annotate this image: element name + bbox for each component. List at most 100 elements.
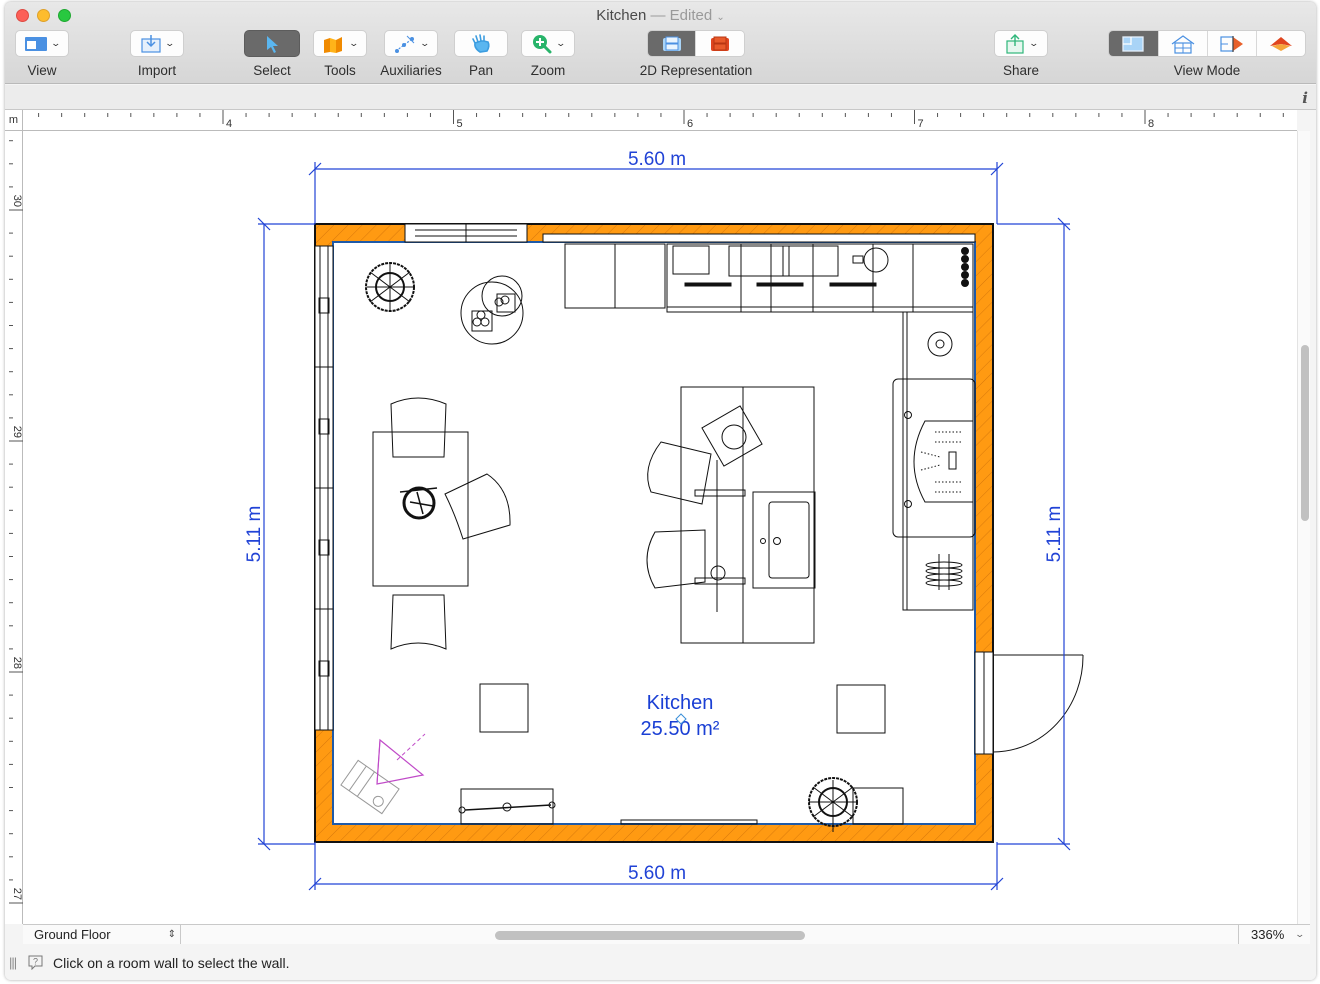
chevron-down-icon: ⌄ [1028,38,1040,48]
status-message: Click on a room wall to select the wall. [53,955,290,971]
horizontal-ruler: 4 5 6 7 8 [23,110,1297,131]
ruler-label: 29 [11,426,23,438]
vertical-ruler: 30 29 28 27 [5,131,23,924]
view-mode-label: View Mode [1173,63,1241,78]
app-window: Kitchen — Edited ⌄ ⌄ View ⌄ Import Selec… [5,2,1316,980]
view-button[interactable]: ⌄ [15,30,69,57]
chevron-down-icon: ⌄ [50,38,62,48]
representation-blueprint-option[interactable] [648,31,697,56]
title-bar: Kitchen — Edited ⌄ ⌄ View ⌄ Import Selec… [5,2,1316,84]
auxiliaries-icon [395,35,415,53]
ruler-label: 8 [1148,118,1154,130]
hand-icon [472,33,490,53]
ruler-label: 30 [11,195,23,207]
zoom-label: Zoom [530,63,566,78]
share-icon [1006,33,1024,54]
toolbar-view-mode: View Mode [1108,30,1306,78]
title-menu-chevron-icon[interactable]: ⌄ [716,12,724,23]
tools-label: Tools [324,63,356,78]
level-value: Ground Floor [34,927,111,942]
ruler-label: 6 [687,118,693,130]
document-status: — Edited [650,7,713,24]
view-mode-split[interactable] [1208,31,1257,56]
dimension-right-label: 5.11 m [1044,506,1065,563]
ruler-unit: m [5,110,23,131]
representation-colored-option[interactable] [696,31,744,56]
dimension-top-label: 5.60 m [628,149,686,170]
plan-canvas[interactable]: 5.60 m 5.60 m 5.11 m 5.11 m Kitchen 25.5… [23,131,1297,924]
select-button[interactable] [244,30,300,57]
toolbar-zoom[interactable]: ⌄ Zoom [520,30,576,78]
cursor-arrow-icon [267,35,278,53]
pan-button[interactable] [454,30,508,57]
toolbar-tools[interactable]: ⌄ Tools [312,30,368,78]
chair-blueprint-icon [662,36,681,51]
view-mode-elevation[interactable] [1158,31,1208,56]
toolbar-import[interactable]: ⌄ Import [129,30,185,78]
view-mode-segmented-control[interactable] [1108,30,1306,57]
zoom-level-select[interactable]: 336% ⌄ [1238,925,1310,944]
info-bar: i [5,85,1316,110]
ruler-label: 28 [11,657,23,669]
toolbar-auxiliaries[interactable]: ⌄ Auxiliaries [378,30,444,78]
zoom-in-icon [533,34,552,53]
share-label: Share [1002,63,1040,78]
svg-text:?: ? [33,957,38,967]
wall-tools-icon [324,36,343,53]
view-mode-floor-plan[interactable] [1109,31,1159,56]
2d-representation-label: 2D Representation [639,63,753,78]
window-top[interactable] [404,223,528,243]
ruler-label: 7 [918,118,924,130]
grip-handle-icon[interactable]: ||| [9,955,17,970]
toolbar-share[interactable]: ⌄ Share [993,30,1049,78]
help-bubble-icon[interactable]: ? [27,954,44,970]
house-outline-icon [1171,34,1195,54]
info-icon[interactable]: i [1302,89,1308,107]
toolbar-2d-representation: 2D Representation [631,30,761,78]
ruler-label: 4 [226,118,232,130]
toolbar-view[interactable]: ⌄ View [14,30,70,78]
window-left[interactable] [314,245,334,731]
door-right[interactable] [974,651,1084,755]
auxiliaries-label: Auxiliaries [380,63,442,78]
zoom-button[interactable]: ⌄ [521,30,575,57]
chevron-down-icon: ⌄ [1294,929,1306,939]
share-button[interactable]: ⌄ [994,30,1048,57]
pan-label: Pan [468,63,494,78]
view-label: View [27,63,57,78]
split-view-icon [1220,35,1243,52]
chevron-down-icon: ⌄ [348,38,360,48]
toolbar-pan[interactable]: Pan [454,30,508,78]
ruler-label: 27 [11,888,23,900]
room-name-label[interactable]: Kitchen [647,692,714,714]
import-icon [141,34,161,53]
auxiliaries-button[interactable]: ⌄ [384,30,438,57]
vertical-scrollbar[interactable] [1297,131,1310,924]
select-label: Select [253,63,291,78]
chevron-down-icon: ⌄ [419,38,431,48]
view-mode-3d[interactable] [1256,31,1305,56]
counter-backsplash [542,233,976,243]
house-3d-icon [1269,36,1292,51]
import-label: Import [137,63,177,78]
import-button[interactable]: ⌄ [130,30,184,57]
window-title[interactable]: Kitchen — Edited ⌄ [5,7,1316,24]
ruler-label: 5 [457,118,463,130]
document-name: Kitchen [596,7,647,24]
updown-chevron-icon: ⇕ [167,929,176,940]
tools-button[interactable]: ⌄ [313,30,367,57]
representation-segmented-control[interactable] [647,30,745,57]
chevron-down-icon: ⌄ [555,38,567,48]
vertical-scroll-thumb[interactable] [1301,345,1309,521]
level-select[interactable]: Ground Floor ⇕ [23,925,181,944]
chevron-down-icon: ⌄ [164,38,176,48]
zoom-level-value: 336% [1251,927,1285,942]
toolbar-select[interactable]: Select [244,30,300,78]
room-area-label[interactable]: 25.50 m² [641,718,720,740]
dimension-left-label: 5.11 m [244,506,265,563]
floor-plan-drawing[interactable]: 5.60 m 5.60 m 5.11 m 5.11 m Kitchen 25.5… [23,131,1297,924]
bottom-bar: Ground Floor ⇕ 336% ⌄ [23,924,1310,944]
horizontal-scroll-thumb[interactable] [495,931,805,940]
view-layout-icon [25,36,48,51]
dimension-bottom-label: 5.60 m [628,863,686,884]
